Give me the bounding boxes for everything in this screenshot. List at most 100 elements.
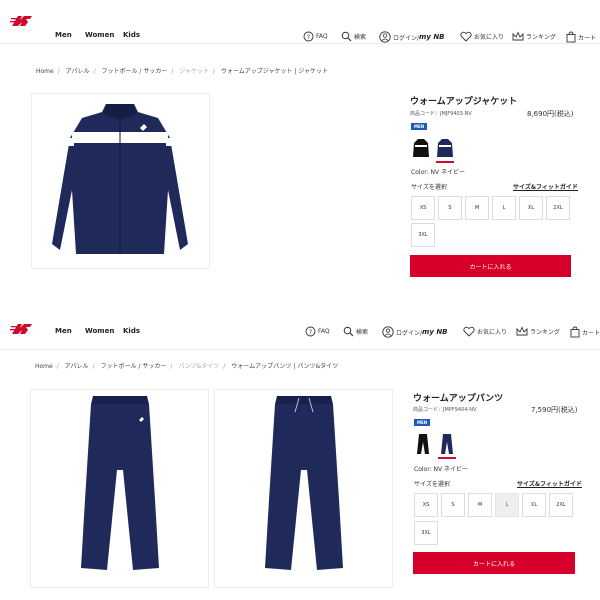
- shopping-bag-icon: [566, 31, 576, 43]
- selected-color: Color: NV ネイビー: [414, 466, 468, 473]
- breadcrumb-current: ウォームアップジャケット | ジャケット: [220, 68, 329, 75]
- product-title: ウォームアップパンツ: [413, 394, 504, 404]
- color-swatch-navy[interactable]: [436, 136, 454, 163]
- faq-link[interactable]: ? FAQ: [305, 326, 330, 337]
- size-button-m[interactable]: M: [468, 493, 492, 517]
- search-icon: [343, 326, 354, 337]
- size-button-2xl[interactable]: 2XL: [546, 196, 570, 220]
- login-link[interactable]: ログイン/ my NB: [379, 31, 445, 43]
- search-link[interactable]: 検索: [343, 326, 368, 337]
- cart-link[interactable]: カート: [570, 326, 600, 338]
- selected-color: Color: NV ネイビー: [411, 169, 465, 176]
- size-button-xs[interactable]: XS: [414, 493, 438, 517]
- size-button-xl[interactable]: XL: [519, 196, 543, 220]
- breadcrumb-apparel[interactable]: アパレル: [66, 68, 90, 75]
- size-button-s[interactable]: S: [438, 196, 462, 220]
- shopping-bag-icon: [570, 326, 580, 338]
- size-button-xs[interactable]: XS: [411, 196, 435, 220]
- breadcrumb: Home / アパレル / フットボール / サッカー / ジャケット / ウォームアッ…: [36, 68, 329, 75]
- breadcrumb-home[interactable]: Home: [35, 363, 53, 370]
- jacket-image: [52, 104, 188, 254]
- product-price: 7,590円(税込): [531, 406, 578, 414]
- pants-front-image: [81, 396, 159, 570]
- size-button-2xl[interactable]: 2XL: [549, 493, 573, 517]
- gender-badge: MEN: [414, 419, 431, 426]
- add-to-cart-button[interactable]: カートに入れる: [410, 255, 571, 277]
- cart-label: カート: [582, 329, 600, 337]
- size-button-s[interactable]: S: [441, 493, 465, 517]
- user-icon: [382, 326, 394, 338]
- login-link[interactable]: ログイン/ my NB: [382, 326, 448, 338]
- breadcrumb-category[interactable]: パンツ&タイツ: [178, 363, 219, 370]
- product-price: 8,690円(税込): [527, 110, 574, 118]
- pants-product-page: Men Women Kids ? FAQ 検索 ログイン/ my NB お気に入…: [0, 300, 600, 600]
- nav-women[interactable]: Women: [85, 327, 114, 335]
- color-swatch-black[interactable]: [414, 432, 432, 456]
- product-title: ウォームアップジャケット: [410, 97, 518, 107]
- mynb-logo: my NB: [419, 33, 445, 41]
- breadcrumb-current: ウォームアップパンツ | パンツ&タイツ: [231, 363, 339, 370]
- size-label: サイズを選択: [411, 184, 447, 191]
- nav-men[interactable]: Men: [55, 327, 72, 335]
- size-guide-link[interactable]: サイズ&フィットガイド: [517, 479, 582, 488]
- color-swatch-black[interactable]: [412, 136, 430, 160]
- faq-label: FAQ: [318, 328, 330, 335]
- breadcrumb-home[interactable]: Home: [36, 68, 54, 75]
- svg-text:?: ?: [307, 34, 310, 41]
- pants-back-image: [265, 396, 343, 570]
- site-header: Men Women Kids ? FAQ 検索 ログイン/ my NB お気に入…: [0, 300, 600, 350]
- ranking-label: ランキング: [530, 329, 560, 336]
- cart-link[interactable]: カート: [566, 31, 596, 43]
- size-button-xl[interactable]: XL: [522, 493, 546, 517]
- add-to-cart-button[interactable]: カートに入れる: [413, 552, 575, 574]
- new-balance-logo[interactable]: [10, 14, 34, 28]
- faq-label: FAQ: [316, 33, 328, 40]
- favorites-link[interactable]: お気に入り: [460, 31, 504, 42]
- nav-kids[interactable]: Kids: [123, 31, 140, 39]
- help-circle-icon: ?: [303, 31, 314, 42]
- heart-icon: [463, 326, 475, 337]
- favorites-link[interactable]: お気に入り: [463, 326, 507, 337]
- breadcrumb-category[interactable]: ジャケット: [179, 68, 209, 75]
- site-header: Men Women Kids ? FAQ 検索 ログイン/ my NB お気に入…: [0, 0, 600, 44]
- jacket-product-page: Men Women Kids ? FAQ 検索 ログイン/ my NB お気に入…: [0, 0, 600, 300]
- search-label: 検索: [356, 329, 369, 336]
- nav-women[interactable]: Women: [85, 31, 114, 39]
- new-balance-logo[interactable]: [10, 322, 34, 336]
- size-button-l[interactable]: L: [492, 196, 516, 220]
- product-code: 商品コード：JMPF9404-NV: [413, 407, 477, 413]
- ranking-link[interactable]: ランキング: [512, 31, 556, 42]
- nav-kids[interactable]: Kids: [123, 327, 140, 335]
- search-icon: [341, 31, 352, 42]
- ranking-label: ランキング: [526, 34, 556, 41]
- jacket-navy-thumb: [437, 139, 453, 157]
- faq-link[interactable]: ? FAQ: [303, 31, 328, 42]
- login-label: ログイン/: [396, 329, 423, 337]
- jacket-black-thumb: [413, 139, 429, 157]
- color-swatch-navy[interactable]: [438, 432, 456, 459]
- search-link[interactable]: 検索: [341, 31, 366, 42]
- favorites-label: お気に入り: [477, 329, 508, 336]
- breadcrumb-football[interactable]: フットボール / サッカー: [102, 68, 168, 75]
- product-image-jacket[interactable]: [31, 93, 210, 269]
- product-image-pants-back[interactable]: [214, 389, 393, 588]
- nav-men[interactable]: Men: [55, 31, 72, 39]
- size-button-3xl[interactable]: 3XL: [411, 223, 435, 247]
- heart-icon: [460, 31, 472, 42]
- user-icon: [379, 31, 391, 43]
- pants-black-thumb: [417, 434, 429, 454]
- product-image-pants-front[interactable]: [30, 389, 209, 588]
- search-label: 検索: [354, 34, 367, 41]
- breadcrumb-apparel[interactable]: アパレル: [65, 363, 89, 370]
- cart-label: カート: [578, 34, 597, 42]
- crown-icon: [516, 326, 528, 336]
- breadcrumb-football[interactable]: フットボール / サッカー: [101, 363, 167, 370]
- size-guide-link[interactable]: サイズ&フィットガイド: [513, 182, 578, 191]
- size-button-3xl[interactable]: 3XL: [414, 521, 438, 545]
- breadcrumb: Home / アパレル / フットボール / サッカー / パンツ&タイツ / ウォーム…: [35, 363, 339, 370]
- size-button-l[interactable]: L: [495, 493, 519, 517]
- size-button-m[interactable]: M: [465, 196, 489, 220]
- pants-navy-thumb: [441, 434, 453, 454]
- ranking-link[interactable]: ランキング: [516, 326, 560, 337]
- size-label: サイズを選択: [414, 481, 450, 488]
